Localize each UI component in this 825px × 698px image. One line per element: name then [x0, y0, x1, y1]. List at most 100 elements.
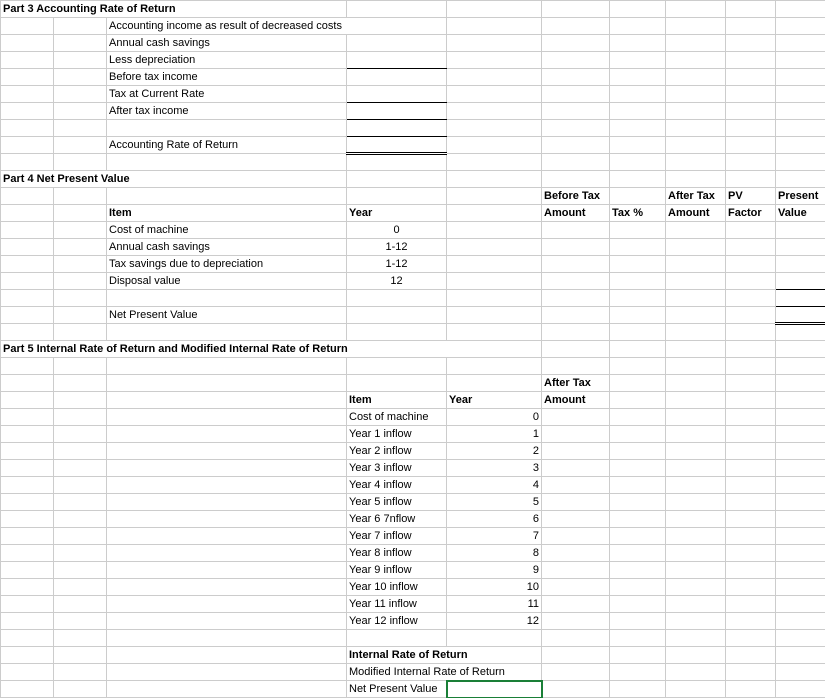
table-row: Year 3 inflow3: [1, 460, 825, 477]
table-row: Year 9 inflow9: [1, 562, 825, 579]
part5-year: 8: [447, 545, 542, 562]
table-row: Part 3 Accounting Rate of Return: [1, 1, 825, 18]
part3-row-label: Less depreciation: [107, 52, 347, 69]
part5-irr-label: Internal Rate of Return: [347, 647, 542, 664]
table-row: Modified Internal Rate of Return: [1, 664, 825, 681]
part5-item: Year 6 7nflow: [347, 511, 447, 528]
part4-header: Tax %: [610, 205, 666, 222]
part5-item: Year 7 inflow: [347, 528, 447, 545]
part3-title: Part 3 Accounting Rate of Return: [1, 1, 347, 18]
table-row: Net Present Value: [1, 307, 825, 324]
table-row: Before Tax After Tax PV Present: [1, 188, 825, 205]
part4-header: Value: [776, 205, 825, 222]
table-row: Year 6 7nflow6: [1, 511, 825, 528]
table-row: Year 11 inflow11: [1, 596, 825, 613]
part5-year: 3: [447, 460, 542, 477]
part5-mirr-label: Modified Internal Rate of Return: [347, 664, 542, 681]
part4-header: Amount: [666, 205, 726, 222]
part4-item: Cost of machine: [107, 222, 347, 239]
table-row: [1, 358, 825, 375]
part5-header: Year: [447, 392, 542, 409]
part4-year: 12: [347, 273, 447, 290]
part5-year: 11: [447, 596, 542, 613]
part4-year: 1-12: [347, 239, 447, 256]
table-row: Part 4 Net Present Value: [1, 171, 825, 188]
part4-year: 1-12: [347, 256, 447, 273]
table-row: Cost of machine0: [1, 409, 825, 426]
part5-year: 6: [447, 511, 542, 528]
table-row: Tax at Current Rate: [1, 86, 825, 103]
part5-header: After Tax: [542, 375, 610, 392]
table-row: Accounting income as result of decreased…: [1, 18, 825, 35]
part3-row-label: Tax at Current Rate: [107, 86, 347, 103]
part4-year: 0: [347, 222, 447, 239]
part5-year: 12: [447, 613, 542, 630]
table-row: Cost of machine 0: [1, 222, 825, 239]
part4-header: Year: [347, 205, 447, 222]
table-row: Before tax income: [1, 69, 825, 86]
table-row: Year 10 inflow10: [1, 579, 825, 596]
table-row: Item Year Amount: [1, 392, 825, 409]
part5-year: 9: [447, 562, 542, 579]
part5-year: 1: [447, 426, 542, 443]
table-row: Item Year Amount Tax % Amount Factor Val…: [1, 205, 825, 222]
part5-item: Year 8 inflow: [347, 545, 447, 562]
part3-row-label: Accounting income as result of decreased…: [107, 18, 447, 35]
part5-year: 2: [447, 443, 542, 460]
table-row: [1, 630, 825, 647]
part4-header: Present: [776, 188, 825, 205]
part5-item: Year 5 inflow: [347, 494, 447, 511]
part4-header: PV: [726, 188, 776, 205]
part5-npv-label: Net Present Value: [347, 681, 447, 698]
table-row: Internal Rate of Return: [1, 647, 825, 664]
part3-row-label: Before tax income: [107, 69, 347, 86]
table-row: After tax income: [1, 103, 825, 120]
table-row: [1, 324, 825, 341]
part5-item: Year 9 inflow: [347, 562, 447, 579]
part5-year: 5: [447, 494, 542, 511]
table-row: Less depreciation: [1, 52, 825, 69]
part5-item: Year 3 inflow: [347, 460, 447, 477]
part4-item: Annual cash savings: [107, 239, 347, 256]
table-row: [1, 120, 825, 137]
part4-header: After Tax: [666, 188, 726, 205]
table-row: Year 7 inflow7: [1, 528, 825, 545]
table-row: Year 5 inflow5: [1, 494, 825, 511]
table-row: Year 2 inflow2: [1, 443, 825, 460]
part3-row-label: After tax income: [107, 103, 347, 120]
table-row: Disposal value 12: [1, 273, 825, 290]
part4-footer: Net Present Value: [107, 307, 347, 324]
table-row: Year 12 inflow12: [1, 613, 825, 630]
part5-item: Year 4 inflow: [347, 477, 447, 494]
part5-header: Item: [347, 392, 447, 409]
part4-header: Before Tax: [542, 188, 610, 205]
table-row: Accounting Rate of Return: [1, 137, 825, 154]
part5-title: Part 5 Internal Rate of Return and Modif…: [1, 341, 542, 358]
part5-item: Year 10 inflow: [347, 579, 447, 596]
part5-year: 7: [447, 528, 542, 545]
part5-item: Cost of machine: [347, 409, 447, 426]
selected-cell[interactable]: [447, 681, 542, 698]
part4-header: Item: [107, 205, 347, 222]
part5-item: Year 1 inflow: [347, 426, 447, 443]
part4-item: Disposal value: [107, 273, 347, 290]
table-row: Net Present Value: [1, 681, 825, 698]
part5-item: Year 2 inflow: [347, 443, 447, 460]
table-row: Annual cash savings 1-12: [1, 239, 825, 256]
part4-item: Tax savings due to depreciation: [107, 256, 347, 273]
part3-row-label: Annual cash savings: [107, 35, 347, 52]
part4-title: Part 4 Net Present Value: [1, 171, 347, 188]
part3-row-label: Accounting Rate of Return: [107, 137, 347, 154]
table-row: Year 4 inflow4: [1, 477, 825, 494]
part4-header: Factor: [726, 205, 776, 222]
spreadsheet-grid[interactable]: Part 3 Accounting Rate of Return Account…: [0, 0, 825, 698]
table-row: [1, 290, 825, 307]
table-row: Year 1 inflow1: [1, 426, 825, 443]
part5-year: 0: [447, 409, 542, 426]
table-row: After Tax: [1, 375, 825, 392]
part5-item: Year 11 inflow: [347, 596, 447, 613]
table-row: Tax savings due to depreciation 1-12: [1, 256, 825, 273]
table-row: Annual cash savings: [1, 35, 825, 52]
part4-header: Amount: [542, 205, 610, 222]
table-row: Year 8 inflow8: [1, 545, 825, 562]
